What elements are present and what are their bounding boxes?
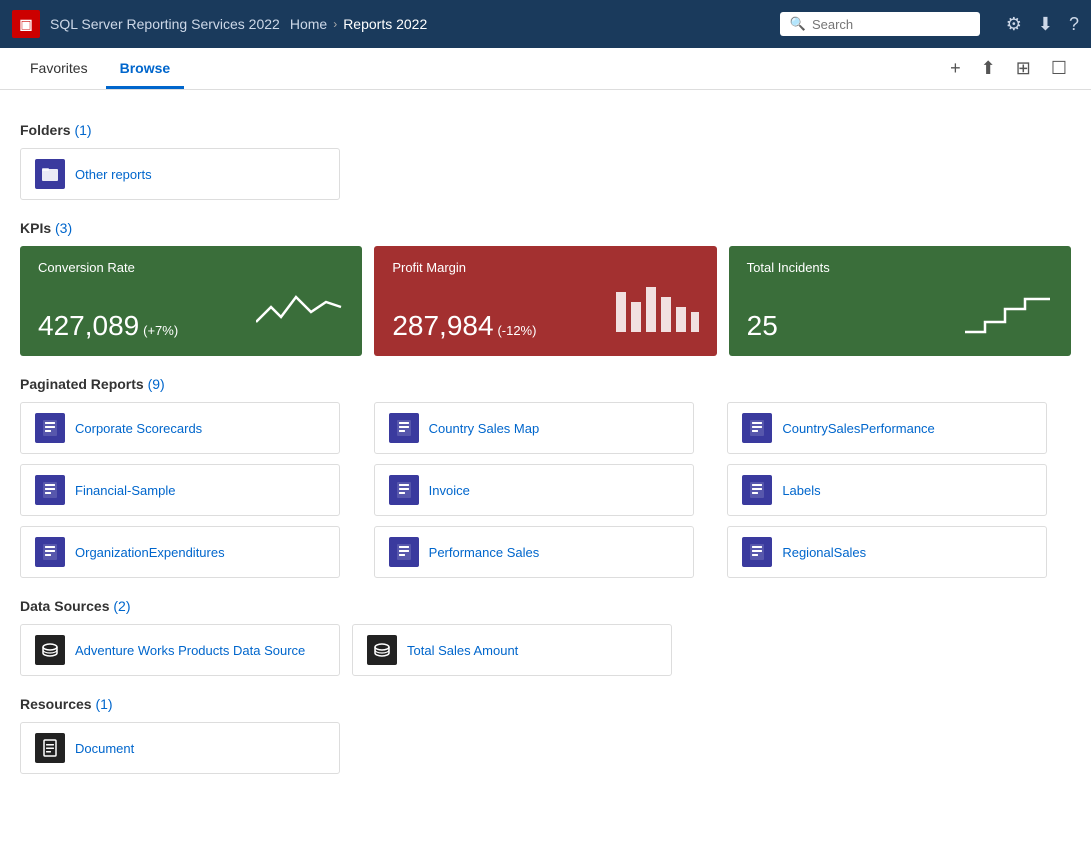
datasource-total-sales[interactable]: Total Sales Amount (352, 624, 672, 676)
resources-grid: Document (20, 722, 1071, 774)
report-icon (742, 413, 772, 443)
kpi-title-incidents: Total Incidents (747, 260, 1053, 275)
kpi-change-conversion: (+7%) (143, 323, 178, 338)
paginated-reports-grid: Corporate Scorecards Country Sales Map (20, 402, 1071, 578)
settings-icon[interactable]: ⚙ (1006, 14, 1022, 35)
report-label-financial: Financial-Sample (75, 483, 175, 498)
main-content: Folders (1) Other reports KPIs (3) Conve… (0, 90, 1091, 790)
kpi-title-conversion: Conversion Rate (38, 260, 344, 275)
kpi-value-incidents: 25 (747, 310, 778, 341)
report-label-org-exp: OrganizationExpenditures (75, 545, 225, 560)
logo-icon: ▣ (19, 16, 32, 33)
report-performance-sales[interactable]: Performance Sales (374, 526, 694, 578)
report-icon (742, 475, 772, 505)
report-icon (742, 537, 772, 567)
kpi-title-profit: Profit Margin (392, 260, 698, 275)
datasources-count: (2) (113, 598, 130, 614)
kpi-chart-incidents (965, 287, 1055, 340)
datasources-label: Data Sources (20, 598, 109, 614)
report-label-regional: RegionalSales (782, 545, 866, 560)
kpis-grid: Conversion Rate 427,089 (+7%) Profit Mar… (20, 246, 1071, 356)
paginated-count: (9) (148, 376, 165, 392)
kpi-chart-profit (611, 282, 701, 340)
search-input[interactable] (812, 17, 970, 32)
app-title: SQL Server Reporting Services 2022 (50, 16, 280, 32)
folders-label: Folders (20, 122, 71, 138)
resource-document[interactable]: Document (20, 722, 340, 774)
folders-count: (1) (74, 122, 91, 138)
resources-count: (1) (95, 696, 112, 712)
breadcrumb: Home › Reports 2022 (290, 16, 427, 32)
paginated-label: Paginated Reports (20, 376, 144, 392)
tab-browse[interactable]: Browse (106, 48, 185, 89)
tabs-actions: + ⬆ ⊞ ☐ (942, 52, 1075, 85)
report-label-invoice: Invoice (429, 483, 470, 498)
resource-label-document: Document (75, 741, 134, 756)
report-icon (35, 537, 65, 567)
report-icon (35, 475, 65, 505)
upload-button[interactable]: ⬆ (973, 52, 1004, 85)
folder-item-label: Other reports (75, 167, 152, 182)
kpi-value-conversion: 427,089 (38, 310, 139, 341)
download-icon[interactable]: ⬇ (1038, 14, 1053, 35)
kpi-card-profit-margin[interactable]: Profit Margin 287,984 (-12%) (374, 246, 716, 356)
resources-section-header: Resources (1) (20, 696, 1071, 712)
folders-section-header: Folders (1) (20, 122, 1071, 138)
kpis-section-header: KPIs (3) (20, 220, 1071, 236)
report-country-sales-performance[interactable]: CountrySalesPerformance (727, 402, 1047, 454)
report-financial-sample[interactable]: Financial-Sample (20, 464, 340, 516)
paginated-section-header: Paginated Reports (9) (20, 376, 1071, 392)
search-icon: 🔍 (790, 16, 806, 32)
kpis-count: (3) (55, 220, 72, 236)
datasources-section-header: Data Sources (2) (20, 598, 1071, 614)
search-box[interactable]: 🔍 (780, 12, 980, 36)
kpi-change-profit: (-12%) (497, 323, 536, 338)
datasource-icon (367, 635, 397, 665)
report-label-corporate: Corporate Scorecards (75, 421, 202, 436)
header-action-icons: ⚙ ⬇ ? (1006, 14, 1079, 35)
datasource-icon (35, 635, 65, 665)
grid-view-button[interactable]: ⊞ (1008, 52, 1039, 85)
report-labels[interactable]: Labels (727, 464, 1047, 516)
header: ▣ SQL Server Reporting Services 2022 Hom… (0, 0, 1091, 48)
kpi-card-total-incidents[interactable]: Total Incidents 25 (729, 246, 1071, 356)
tab-favorites[interactable]: Favorites (16, 48, 102, 89)
breadcrumb-current: Reports 2022 (343, 16, 427, 32)
kpi-card-conversion-rate[interactable]: Conversion Rate 427,089 (+7%) (20, 246, 362, 356)
app-logo: ▣ (12, 10, 40, 38)
report-icon (389, 413, 419, 443)
datasource-adventure-works[interactable]: Adventure Works Products Data Source (20, 624, 340, 676)
folder-item-other-reports[interactable]: Other reports (20, 148, 340, 200)
report-country-sales-map[interactable]: Country Sales Map (374, 402, 694, 454)
kpi-chart-conversion (256, 287, 346, 340)
datasource-label-total: Total Sales Amount (407, 643, 518, 658)
report-corporate-scorecards[interactable]: Corporate Scorecards (20, 402, 340, 454)
help-icon[interactable]: ? (1069, 14, 1079, 35)
report-label-labels: Labels (782, 483, 820, 498)
datasources-grid: Adventure Works Products Data Source Tot… (20, 624, 1071, 676)
datasource-label-adventure: Adventure Works Products Data Source (75, 643, 305, 658)
report-organization-expenditures[interactable]: OrganizationExpenditures (20, 526, 340, 578)
breadcrumb-separator: › (333, 17, 337, 31)
folders-grid: Other reports (20, 148, 1071, 200)
kpi-value-profit: 287,984 (392, 310, 493, 341)
report-label-country-map: Country Sales Map (429, 421, 540, 436)
tabs-bar: Favorites Browse + ⬆ ⊞ ☐ (0, 48, 1091, 90)
report-icon (389, 475, 419, 505)
detail-view-button[interactable]: ☐ (1043, 52, 1075, 85)
report-icon (35, 413, 65, 443)
resource-icon (35, 733, 65, 763)
report-invoice[interactable]: Invoice (374, 464, 694, 516)
report-label-country-perf: CountrySalesPerformance (782, 421, 934, 436)
resources-label: Resources (20, 696, 92, 712)
breadcrumb-home[interactable]: Home (290, 16, 327, 32)
report-regional-sales[interactable]: RegionalSales (727, 526, 1047, 578)
kpis-label: KPIs (20, 220, 51, 236)
add-button[interactable]: + (942, 52, 969, 85)
report-icon (389, 537, 419, 567)
folder-icon (35, 159, 65, 189)
report-label-perf-sales: Performance Sales (429, 545, 540, 560)
